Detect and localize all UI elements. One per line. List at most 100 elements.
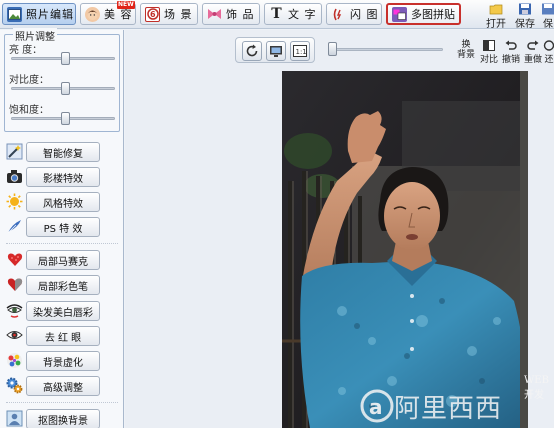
hair-lips-button[interactable]: 染发美白唇彩	[26, 301, 100, 321]
tab-scene[interactable]: 6 场 景	[140, 3, 198, 25]
tool-style-effects[interactable]: 风格特效	[6, 192, 120, 212]
tool-color-pen[interactable]: 局部彩色笔	[6, 275, 120, 295]
text-icon: T	[271, 6, 282, 22]
tab-label: 文 字	[288, 8, 317, 21]
panel-divider	[6, 402, 118, 403]
restore-label: 还原	[544, 55, 554, 64]
heart-mosaic-icon	[6, 251, 23, 268]
actual-size-icon: 1:1	[293, 45, 307, 57]
tool-hair-lips[interactable]: 染发美白唇彩	[6, 301, 120, 321]
tool-studio-effects[interactable]: 影楼特效	[6, 167, 120, 187]
tab-flash[interactable]: 闪 图	[326, 3, 382, 25]
red-eye-button[interactable]: 去 红 眼	[26, 326, 100, 346]
flash-icon	[331, 7, 346, 22]
brightness-slider[interactable]: 亮 度：	[9, 41, 117, 67]
red-eye-icon	[6, 327, 23, 344]
compare-button[interactable]: 对比	[478, 40, 500, 65]
photo-adjust-group: 照片调整 亮 度： 对比度： 饱和度：	[4, 28, 120, 132]
tab-label: 闪 图	[350, 8, 379, 21]
tool-red-eye[interactable]: 去 红 眼	[6, 326, 120, 346]
left-tool-panel: 照片调整 亮 度： 对比度： 饱和度： 智能修复 影楼特效 风格特效 PS 特 …	[0, 28, 124, 428]
watermark-logo-icon: a	[360, 389, 394, 423]
svg-text:1:1: 1:1	[296, 48, 307, 56]
slider-thumb[interactable]	[61, 112, 70, 125]
studio-effects-button[interactable]: 影楼特效	[26, 167, 100, 187]
face-icon	[85, 6, 100, 22]
tab-label: 照片编辑	[26, 8, 74, 21]
restore-icon	[543, 40, 554, 51]
eye-icon	[6, 302, 23, 319]
undo-label: 撤销	[501, 55, 520, 65]
advanced-adjust-button[interactable]: 高级调整	[26, 376, 100, 396]
undo-button[interactable]: 撤销	[500, 40, 522, 65]
slider-label: 饱和度：	[9, 105, 49, 116]
save-label: 保存	[515, 19, 535, 30]
save-button[interactable]: 保存	[512, 2, 538, 30]
gears-icon	[6, 377, 23, 394]
floppy-icon	[542, 3, 554, 15]
tab-label: 饰 品	[226, 8, 255, 21]
photo-edit-icon	[7, 6, 22, 22]
actual-size-button[interactable]: 1:1	[290, 41, 310, 61]
redo-label: 重做	[523, 55, 542, 65]
tool-ps-effects[interactable]: PS 特 效	[6, 217, 120, 237]
panel-divider	[6, 243, 118, 244]
tool-advanced-adjust[interactable]: 高级调整	[6, 376, 120, 396]
tool-bg-blur[interactable]: 背景虚化	[6, 351, 120, 371]
slider-label: 亮 度：	[9, 45, 43, 56]
smart-repair-button[interactable]: 智能修复	[26, 142, 100, 162]
color-pen-button[interactable]: 局部彩色笔	[26, 275, 100, 295]
open-button[interactable]: 打开	[483, 2, 509, 30]
compare-label: 对比	[479, 55, 498, 65]
heart-pen-icon	[6, 276, 23, 293]
style-effects-button[interactable]: 风格特效	[26, 192, 100, 212]
slider-thumb[interactable]	[61, 82, 70, 95]
mosaic-button[interactable]: 局部马赛克	[26, 250, 100, 270]
zoom-slider-track[interactable]	[333, 48, 443, 51]
rotate-button[interactable]	[242, 41, 262, 61]
tool-cutout[interactable]: 抠图换背景	[6, 409, 120, 428]
save-as-label: 保	[543, 19, 553, 30]
bow-icon	[207, 7, 222, 22]
tab-photo-edit[interactable]: 照片编辑	[2, 3, 76, 25]
folder-icon	[489, 4, 503, 15]
swap-bg-label: 换 背景	[456, 40, 475, 60]
zoom-slider-thumb[interactable]	[328, 42, 337, 56]
tab-text[interactable]: T 文 字	[264, 3, 322, 25]
redo-button[interactable]: 重做	[522, 40, 544, 65]
cutout-button[interactable]: 抠图换背景	[26, 409, 100, 428]
compare-icon	[483, 40, 495, 51]
monitor-icon	[270, 45, 282, 57]
feather-icon	[6, 218, 23, 235]
save-as-button[interactable]: 保	[540, 2, 554, 30]
cutout-icon	[6, 410, 23, 427]
tool-mosaic[interactable]: 局部马赛克	[6, 250, 120, 270]
restore-button[interactable]: 还原	[542, 40, 554, 64]
svg-text:a: a	[369, 395, 383, 419]
tool-smart-repair[interactable]: 智能修复	[6, 142, 120, 162]
camera-icon	[6, 168, 23, 185]
tab-collage[interactable]: 多图拼贴	[386, 3, 461, 25]
slider-thumb[interactable]	[61, 52, 70, 65]
canvas-workspace: 1:1 换 背景 对比 撤销 重做 还原	[125, 30, 554, 428]
scene-icon: 6	[145, 6, 160, 22]
contrast-slider[interactable]: 对比度：	[9, 71, 117, 97]
ps-effects-button[interactable]: PS 特 效	[26, 217, 100, 237]
saturation-slider[interactable]: 饱和度：	[9, 101, 117, 127]
magic-wand-icon	[6, 143, 23, 160]
slider-label: 对比度：	[9, 75, 49, 86]
open-label: 打开	[486, 19, 506, 30]
watermark-small-text: WEB开发	[524, 375, 549, 401]
new-badge: NEW	[117, 1, 135, 9]
view-tools: 1:1	[235, 37, 315, 63]
tab-accessories[interactable]: 饰 品	[202, 3, 260, 25]
watermark-big-text: 阿里西西	[394, 394, 503, 424]
bg-blur-button[interactable]: 背景虚化	[26, 351, 100, 371]
fit-window-button[interactable]	[266, 41, 286, 61]
sun-icon	[6, 193, 23, 210]
undo-icon	[505, 40, 517, 50]
svg-text:6: 6	[150, 10, 156, 19]
swap-bg-button[interactable]: 换 背景	[455, 40, 477, 64]
main-toolbar: 照片编辑 美 容 NEW 6 场 景 饰 品 T 文 字 闪 图 多图拼贴 打开…	[0, 0, 554, 30]
blur-dots-icon	[6, 352, 23, 369]
